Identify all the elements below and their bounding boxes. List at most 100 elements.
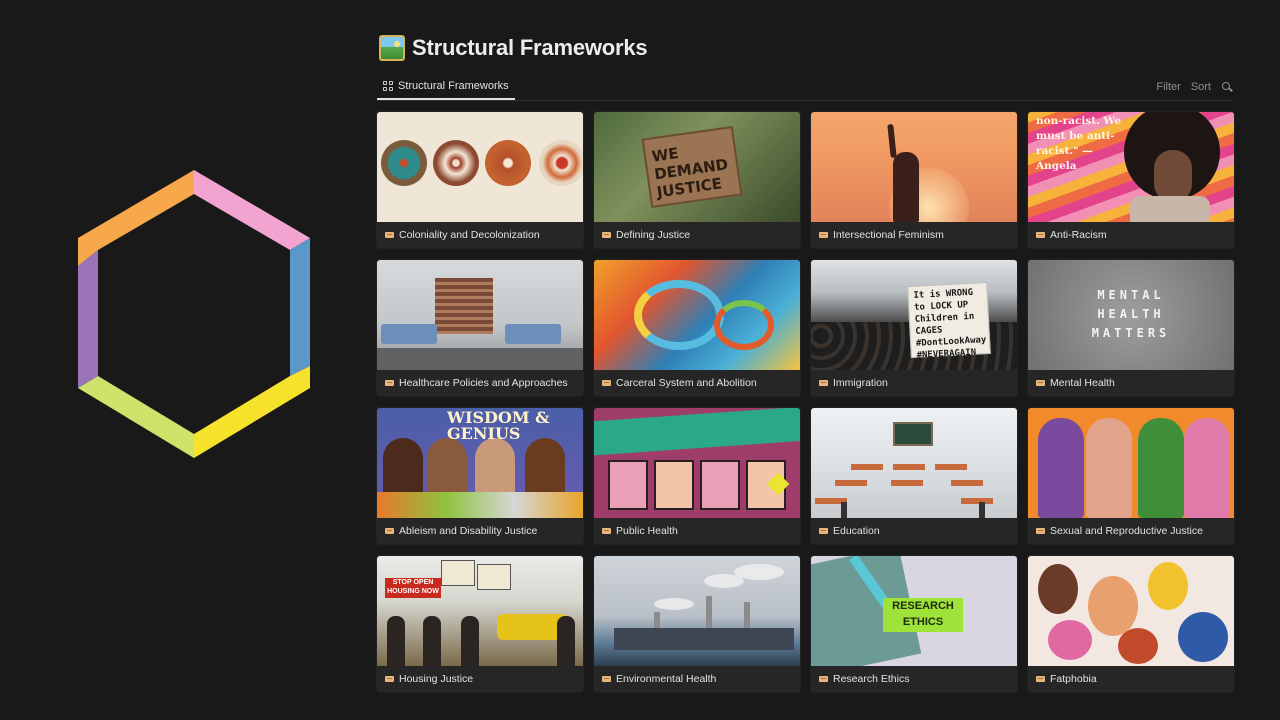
cover-sign-text: It is WRONG to LOCK UP Children in CAGES… xyxy=(913,287,987,361)
ticket-icon xyxy=(819,380,828,386)
gallery-card-healthcare-policies[interactable]: Healthcare Policies and Approaches xyxy=(377,260,583,396)
card-title: Ableism and Disability Justice xyxy=(399,525,538,537)
gallery-card-environmental-health[interactable]: Environmental Health xyxy=(594,556,800,692)
card-cover-image: MENTAL HEALTH MATTERS xyxy=(1028,260,1234,370)
logo-segment-left xyxy=(78,250,98,388)
card-title: Anti-Racism xyxy=(1050,229,1107,241)
card-title: Education xyxy=(833,525,880,537)
ticket-icon xyxy=(385,232,394,238)
filter-button[interactable]: Filter xyxy=(1156,81,1180,93)
card-cover-image xyxy=(811,408,1017,518)
ticket-icon xyxy=(1036,232,1045,238)
card-cover-image xyxy=(811,112,1017,222)
card-title: Research Ethics xyxy=(833,673,910,685)
card-footer: Education xyxy=(811,518,1017,544)
logo-segment-bottom-left xyxy=(78,376,194,458)
gallery-card-carceral-system[interactable]: Carceral System and Abolition xyxy=(594,260,800,396)
card-footer: Research Ethics xyxy=(811,666,1017,692)
gallery-card-research-ethics[interactable]: RESEARCH ETHICS Research Ethics xyxy=(811,556,1017,692)
logo-segment-top-right xyxy=(194,170,310,250)
card-title: Mental Health xyxy=(1050,377,1115,389)
card-title: Environmental Health xyxy=(616,673,717,685)
ticket-icon xyxy=(1036,528,1045,534)
card-title: Sexual and Reproductive Justice xyxy=(1050,525,1203,537)
ticket-icon xyxy=(819,676,828,682)
card-cover-image xyxy=(1028,556,1234,666)
card-cover-image: WE DEMAND JUSTICE xyxy=(594,112,800,222)
view-tab-label: Structural Frameworks xyxy=(398,80,509,92)
card-footer: Carceral System and Abolition xyxy=(594,370,800,396)
view-toolbar: Structural Frameworks Filter Sort xyxy=(377,74,1233,101)
card-footer: Immigration xyxy=(811,370,1017,396)
card-footer: Healthcare Policies and Approaches xyxy=(377,370,583,396)
sort-button[interactable]: Sort xyxy=(1191,81,1211,93)
ticket-icon xyxy=(602,528,611,534)
gallery-card-immigration[interactable]: It is WRONG to LOCK UP Children in CAGES… xyxy=(811,260,1017,396)
gallery-card-defining-justice[interactable]: WE DEMAND JUSTICE Defining Justice xyxy=(594,112,800,248)
ticket-icon xyxy=(602,676,611,682)
card-footer: Environmental Health xyxy=(594,666,800,692)
hexagon-logo xyxy=(78,170,310,458)
card-title: Carceral System and Abolition xyxy=(616,377,757,389)
ticket-icon xyxy=(385,528,394,534)
framed-picture-icon[interactable] xyxy=(379,35,405,61)
cover-sticky-notes: RESEARCH ETHICS xyxy=(883,598,963,632)
cover-sign-text: WE DEMAND JUSTICE xyxy=(650,144,730,202)
ticket-icon xyxy=(1036,380,1045,386)
card-title: Public Health xyxy=(616,525,678,537)
card-title: Fatphobia xyxy=(1050,673,1097,685)
page-title[interactable]: Structural Frameworks xyxy=(412,35,648,61)
gallery-card-public-health[interactable]: Public Health xyxy=(594,408,800,544)
card-title: Defining Justice xyxy=(616,229,691,241)
card-cover-image xyxy=(377,112,583,222)
card-cover-image: It is WRONG to LOCK UP Children in CAGES… xyxy=(811,260,1017,370)
logo-segment-top-left xyxy=(78,170,194,266)
search-icon[interactable] xyxy=(1221,81,1233,93)
card-footer: Intersectional Feminism xyxy=(811,222,1017,248)
gallery-card-coloniality[interactable]: Coloniality and Decolonization xyxy=(377,112,583,248)
card-title: Intersectional Feminism xyxy=(833,229,944,241)
ticket-icon xyxy=(819,232,828,238)
card-cover-image: WISDOM & GENIUS xyxy=(377,408,583,518)
card-cover-image xyxy=(594,556,800,666)
gallery-card-fatphobia[interactable]: Fatphobia xyxy=(1028,556,1234,692)
cover-sign-text: STOP OPEN HOUSING NOW xyxy=(385,578,441,598)
card-footer: Anti-Racism xyxy=(1028,222,1234,248)
card-cover-image xyxy=(377,260,583,370)
page-header: Structural Frameworks xyxy=(377,30,1233,66)
gallery-card-housing-justice[interactable]: STOP OPEN HOUSING NOW Housing Justice xyxy=(377,556,583,692)
card-cover-image xyxy=(594,408,800,518)
gallery-card-ableism[interactable]: WISDOM & GENIUS Ableism and Disability J… xyxy=(377,408,583,544)
card-title: Healthcare Policies and Approaches xyxy=(399,377,568,389)
gallery-card-education[interactable]: Education xyxy=(811,408,1017,544)
tab-structural-frameworks[interactable]: Structural Frameworks xyxy=(377,74,515,100)
card-footer: Coloniality and Decolonization xyxy=(377,222,583,248)
cover-quote-text: non-racist. We must be anti-racist." — A… xyxy=(1036,115,1122,172)
gallery-card-intersectional-feminism[interactable]: Intersectional Feminism xyxy=(811,112,1017,248)
card-footer: Mental Health xyxy=(1028,370,1234,396)
card-footer: Ableism and Disability Justice xyxy=(377,518,583,544)
gallery-card-anti-racism[interactable]: non-racist. We must be anti-racist." — A… xyxy=(1028,112,1234,248)
card-cover-image: RESEARCH ETHICS xyxy=(811,556,1017,666)
gallery-card-sexual-reproductive-justice[interactable]: Sexual and Reproductive Justice xyxy=(1028,408,1234,544)
card-cover-image xyxy=(1028,408,1234,518)
card-footer: Defining Justice xyxy=(594,222,800,248)
card-cover-image xyxy=(594,260,800,370)
cover-letter-tiles: MENTAL HEALTH MATTERS xyxy=(1091,288,1171,340)
card-cover-image: non-racist. We must be anti-racist." — A… xyxy=(1028,112,1234,222)
ticket-icon xyxy=(602,232,611,238)
card-title: Coloniality and Decolonization xyxy=(399,229,540,241)
ticket-icon xyxy=(385,380,394,386)
cover-mural-text: WISDOM & GENIUS xyxy=(447,408,550,443)
gallery-card-mental-health[interactable]: MENTAL HEALTH MATTERS Mental Health xyxy=(1028,260,1234,396)
card-footer: Fatphobia xyxy=(1028,666,1234,692)
logo-segment-right xyxy=(290,238,310,376)
card-title: Immigration xyxy=(833,377,888,389)
ticket-icon xyxy=(385,676,394,682)
database-view: Structural Frameworks Structural Framewo… xyxy=(377,30,1234,692)
logo-segment-bottom-right xyxy=(194,366,310,458)
ticket-icon xyxy=(602,380,611,386)
ticket-icon xyxy=(1036,676,1045,682)
card-footer: Sexual and Reproductive Justice xyxy=(1028,518,1234,544)
card-footer: Housing Justice xyxy=(377,666,583,692)
